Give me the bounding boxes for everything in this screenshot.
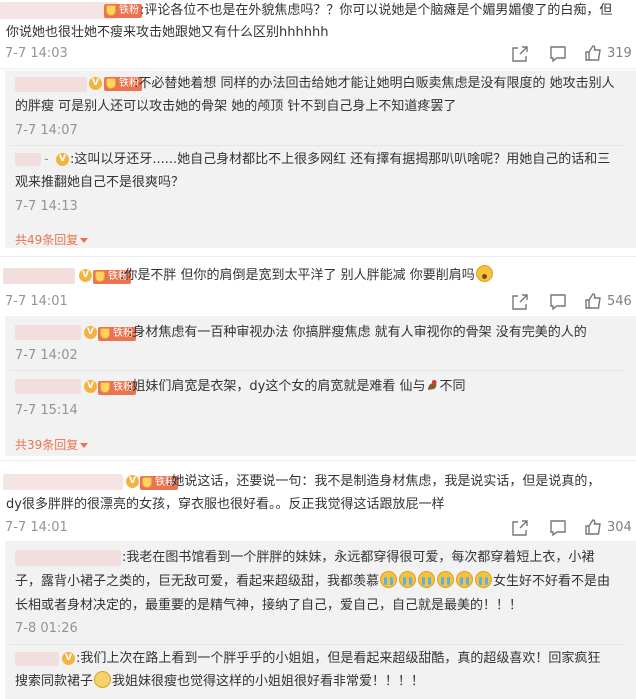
reply-text-line-3: 长相或者身材决定的，最重要的是精气神，接纳了自己，爱自己，自己就是最美的！！！ xyxy=(15,598,523,613)
reply-time: 7-7 14:13 xyxy=(15,199,78,214)
divider xyxy=(10,370,626,371)
vip-icon: V xyxy=(62,652,75,665)
trophy-icon xyxy=(106,5,116,16)
crying-emoji-icon xyxy=(418,571,436,588)
crying-emoji-icon xyxy=(437,571,455,588)
like-icon[interactable] xyxy=(584,292,602,310)
username-blurred[interactable] xyxy=(0,2,118,19)
reply-time: 7-7 15:14 xyxy=(15,403,78,418)
comment-text-line-2: dy很多胖胖的很漂亮的女孩，穿衣服也很好看。。反正我觉得这话跟放屁一样 xyxy=(6,497,445,512)
divider xyxy=(10,145,626,146)
reply-text-line-2: 搜索同款裙子 我姐妹很瘦也觉得这样的小姐姐很好看非常爱！！！！ xyxy=(15,670,424,693)
reply-text-line-1: :姐妹们肩宽是衣架，dy这个女的肩宽就是难看 仙与 不同 xyxy=(128,379,466,394)
reply-text-line-1: :我们上次在路上看到一个胖乎乎的小姐姐，但是看起来超级甜酷，真的超级喜欢！回家疯… xyxy=(76,651,601,666)
reply-text-line-1: :我老在图书馆看到一个胖胖的妹妹，永远都穿得很可爱，每次都穿着短上衣，小裙 xyxy=(122,550,595,565)
rooster-emoji-icon xyxy=(428,380,438,390)
reply-text-line-1: :身材焦虑有一百种审视办法 你搞胖瘦焦虑 就有人审视你的骨架 没有完美的人的 xyxy=(128,325,587,340)
cat-emoji-icon xyxy=(94,671,112,688)
share-icon[interactable] xyxy=(511,45,529,63)
vip-icon: V xyxy=(79,269,92,282)
reply-time: 7-7 14:02 xyxy=(15,348,78,363)
reply-text-line-1: :不必替她着想 同样的办法回击给她才能让她明白贩卖焦虑是没有限度的 她攻击别人 xyxy=(134,76,615,91)
share-icon[interactable] xyxy=(511,519,529,537)
reply-text-line-2: 的胖瘦 可是别人还可以攻击她的骨架 她的颅顶 针不到自己身上不知道疼罢了 xyxy=(15,99,457,114)
vip-icon: V xyxy=(56,153,69,166)
reply-time: 7-7 14:07 xyxy=(15,123,78,138)
expand-replies-link[interactable]: 共49条回复 xyxy=(15,232,89,248)
trophy-icon xyxy=(95,271,105,282)
divider xyxy=(0,460,636,461)
username-blurred[interactable] xyxy=(15,550,121,566)
reply-text-line-2: 子，露背小裙子之类的，巨无敌可爱，看起来超级甜，我都羡慕 女生好不好看不是由 xyxy=(15,570,610,593)
comment-icon[interactable] xyxy=(549,45,567,63)
dash: - xyxy=(44,152,49,167)
expand-replies-link[interactable]: 共39条回复 xyxy=(15,437,89,453)
comment-time: 7-7 14:01 xyxy=(5,294,68,309)
username-blurred[interactable] xyxy=(15,77,87,92)
username-blurred[interactable] xyxy=(15,652,59,666)
username-blurred[interactable] xyxy=(15,325,81,340)
comment-text-line-1: :她说这话，还要说一句：我不是制造身材焦虑，我是说实话，但是说真的， xyxy=(167,474,601,489)
comment-time: 7-7 14:01 xyxy=(5,520,68,535)
share-icon[interactable] xyxy=(511,293,529,311)
crying-emoji-icon xyxy=(380,571,398,588)
trophy-icon xyxy=(100,328,110,339)
trophy-icon xyxy=(100,382,110,393)
reply-text-line-1: :这叫以牙还牙......她自己身材都比不上很多网红 还有擇有据揭那叭叭啥呢？用… xyxy=(70,152,611,167)
vip-icon: V xyxy=(126,475,139,488)
username-blurred[interactable] xyxy=(15,379,81,394)
like-count: 319 xyxy=(607,46,632,61)
comment-icon[interactable] xyxy=(549,293,567,311)
crying-emoji-icon xyxy=(399,571,417,588)
like-count: 546 xyxy=(607,294,632,309)
username-blurred[interactable] xyxy=(3,474,123,490)
reply-text-line-2: 观来推翻她自己不是很爽吗？ xyxy=(15,175,185,190)
comment-text-line-1: :评论各位不也是在外貌焦虑吗？？你可以说她是个脑瘫是个媚男媚傻了的白痴，但 xyxy=(140,3,613,18)
comment-time: 7-7 14:03 xyxy=(5,46,68,61)
crying-emoji-icon xyxy=(456,571,474,588)
chevron-down-icon xyxy=(80,443,89,448)
like-icon[interactable] xyxy=(584,44,602,62)
chevron-down-icon xyxy=(80,238,89,243)
vip-icon: V xyxy=(84,326,97,339)
username-blurred[interactable] xyxy=(15,153,41,166)
divider xyxy=(0,68,636,69)
vip-icon: V xyxy=(84,380,97,393)
like-icon[interactable] xyxy=(584,518,602,536)
divider xyxy=(0,256,636,257)
fan-badge: 铁粉 xyxy=(104,4,142,18)
comment-text-line-2: 你说她也很壮她不瘦来攻击她跟她又有什么区别hhhhhh xyxy=(6,25,329,40)
divider xyxy=(10,644,626,645)
username-blurred[interactable] xyxy=(3,268,75,284)
reply-time: 7-8 01:26 xyxy=(15,621,78,636)
comment-text-line-1: :你是不胖 但你的肩倒是宽到太平洋了 别人胖能减 你要削肩吗 xyxy=(120,264,494,287)
vip-icon: V xyxy=(89,77,102,90)
comment-icon[interactable] xyxy=(549,519,567,537)
surprised-emoji-icon xyxy=(475,265,493,282)
trophy-icon xyxy=(106,78,116,89)
like-count: 304 xyxy=(607,520,632,535)
trophy-icon xyxy=(142,477,152,488)
crying-emoji-icon xyxy=(475,571,493,588)
